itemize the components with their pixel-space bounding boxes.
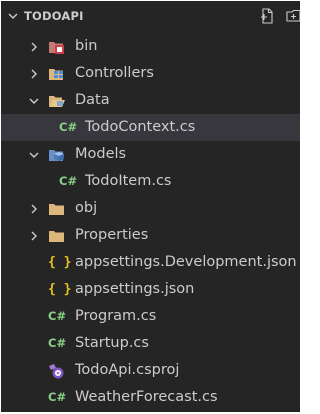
folder-controllers-icon: [49, 69, 63, 80]
tree-item-models[interactable]: Models: [1, 141, 300, 168]
new-file-icon[interactable]: [259, 7, 277, 25]
tree-item-label: Controllers: [75, 65, 154, 81]
tree-item-label: WeatherForecast.cs: [75, 389, 218, 405]
explorer-header[interactable]: TODOAPI: [1, 5, 300, 27]
folder-open-icon: [49, 96, 65, 107]
folder-bin-icon: [49, 42, 64, 54]
tree-item-data[interactable]: Data: [1, 87, 300, 114]
tree-item-program[interactable]: C# Program.cs: [1, 303, 300, 330]
folder-models-icon: [49, 150, 64, 161]
tree-item-controllers[interactable]: Controllers: [1, 60, 300, 87]
tree-item-label: TodoItem.cs: [85, 173, 172, 189]
chevron-down-icon[interactable]: [28, 149, 40, 161]
tree-item-label: appsettings.json: [75, 281, 195, 297]
tree-item-label: Properties: [75, 227, 149, 243]
csharp-file-icon: C#: [48, 309, 67, 323]
tree-item-weatherforecast[interactable]: C# WeatherForecast.cs: [1, 384, 300, 411]
tree-item-todocontext[interactable]: C# TodoContext.cs: [1, 114, 300, 141]
tree-item-todoitem[interactable]: C# TodoItem.cs: [1, 168, 300, 195]
tree-item-appsettings[interactable]: { } appsettings.json: [1, 276, 300, 303]
folder-icon: [49, 204, 64, 215]
folder-icon: [49, 231, 64, 242]
csharp-file-icon: C#: [48, 390, 67, 404]
csharp-file-icon: C#: [59, 174, 78, 188]
tree-item-label: TodoContext.cs: [85, 119, 196, 135]
tree-item-label: Program.cs: [75, 308, 157, 324]
json-file-icon: { }: [48, 282, 72, 297]
tree-item-label: Startup.cs: [75, 335, 149, 351]
tree-item-csproj[interactable]: TodoApi.csproj: [1, 357, 300, 384]
tree-item-properties[interactable]: Properties: [1, 222, 300, 249]
json-file-icon: { }: [48, 255, 72, 270]
csharp-file-icon: C#: [59, 120, 78, 134]
chevron-down-icon[interactable]: [7, 10, 19, 22]
tree-item-label: appsettings.Development.json: [75, 254, 297, 270]
csharp-file-icon: C#: [48, 336, 67, 350]
tree-item-label: bin: [75, 38, 98, 54]
explorer-title: TODOAPI: [24, 9, 84, 23]
tree-item-obj[interactable]: obj: [1, 195, 300, 222]
tree-item-label: Models: [75, 146, 127, 162]
chevron-right-icon[interactable]: [28, 203, 40, 215]
explorer-panel: TODOAPI bin Controllers Data C# TodoCont…: [1, 1, 300, 412]
tree-item-bin[interactable]: bin: [1, 33, 300, 60]
tree-item-label: obj: [75, 200, 98, 216]
chevron-right-icon[interactable]: [28, 230, 40, 242]
chevron-right-icon[interactable]: [28, 68, 40, 80]
chevron-right-icon[interactable]: [28, 41, 40, 53]
tree-item-startup[interactable]: C# Startup.cs: [1, 330, 300, 357]
tree-item-label: TodoApi.csproj: [75, 362, 180, 378]
tree-item-label: Data: [75, 92, 110, 108]
csproj-file-icon: [49, 364, 64, 379]
tree-item-appsettings-development[interactable]: { } appsettings.Development.json: [1, 249, 300, 276]
new-folder-icon[interactable]: [285, 7, 300, 25]
chevron-down-icon[interactable]: [28, 95, 40, 107]
